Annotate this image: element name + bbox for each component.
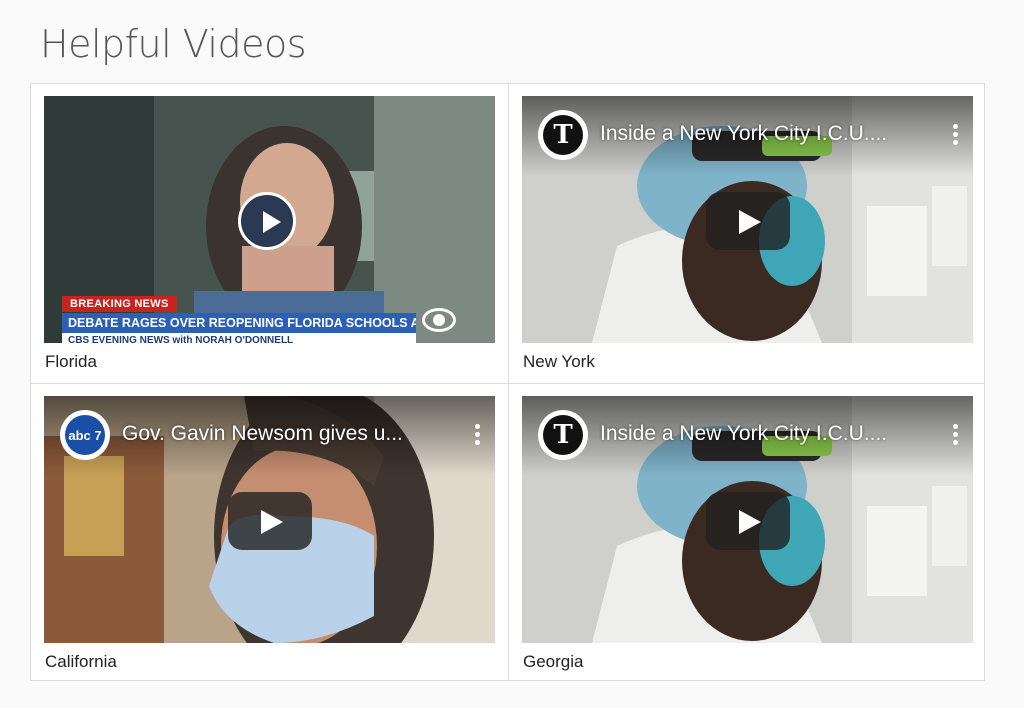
page-title: Helpful Videos <box>40 22 307 66</box>
nyt-logo-icon[interactable]: T <box>538 110 588 160</box>
video-player-new-york[interactable]: T Inside a New York City I.C.U.... <box>522 96 973 343</box>
nyt-logo-icon[interactable]: T <box>538 410 588 460</box>
video-title[interactable]: Inside a New York City I.C.U.... <box>600 122 887 146</box>
video-card-california: abc 7 Gov. Gavin Newsom gives u... Calif… <box>31 384 508 682</box>
video-title[interactable]: Inside a New York City I.C.U.... <box>600 422 887 446</box>
ticker-headline: DEBATE RAGES OVER REOPENING FLORIDA SCHO… <box>62 313 416 333</box>
youtube-play-icon[interactable] <box>228 492 312 550</box>
youtube-play-icon[interactable] <box>706 492 790 550</box>
more-options-icon[interactable] <box>953 124 959 150</box>
breaking-news-label: BREAKING NEWS <box>62 296 177 312</box>
abc7-logo-icon[interactable]: abc 7 <box>60 410 110 460</box>
channel-logo-text: T <box>543 115 583 155</box>
video-caption-georgia: Georgia <box>523 652 584 671</box>
video-player-georgia[interactable]: T Inside a New York City I.C.U.... <box>522 396 973 643</box>
news-ticker: BREAKING NEWS DEBATE RAGES OVER REOPENIN… <box>62 294 416 343</box>
video-caption-new-york: New York <box>523 352 595 371</box>
video-player-california[interactable]: abc 7 Gov. Gavin Newsom gives u... <box>44 396 495 643</box>
video-grid: BREAKING NEWS DEBATE RAGES OVER REOPENIN… <box>30 83 985 681</box>
video-card-georgia: T Inside a New York City I.C.U.... Georg… <box>509 384 986 682</box>
cbs-eye-logo-icon <box>422 308 456 332</box>
video-card-florida: BREAKING NEWS DEBATE RAGES OVER REOPENIN… <box>31 84 508 383</box>
more-options-icon[interactable] <box>953 424 959 450</box>
ticker-show: CBS EVENING NEWS with NORAH O'DONNELL <box>62 333 416 343</box>
channel-logo-text: abc 7 <box>65 415 105 455</box>
more-options-icon[interactable] <box>475 424 481 450</box>
round-play-icon[interactable] <box>238 192 296 250</box>
video-player-florida[interactable]: BREAKING NEWS DEBATE RAGES OVER REOPENIN… <box>44 96 495 343</box>
video-title[interactable]: Gov. Gavin Newsom gives u... <box>122 422 403 446</box>
channel-logo-text: T <box>543 415 583 455</box>
video-card-new-york: T Inside a New York City I.C.U.... New Y… <box>509 84 986 383</box>
video-caption-florida: Florida <box>45 352 97 371</box>
youtube-play-icon[interactable] <box>706 192 790 250</box>
video-caption-california: California <box>45 652 117 671</box>
